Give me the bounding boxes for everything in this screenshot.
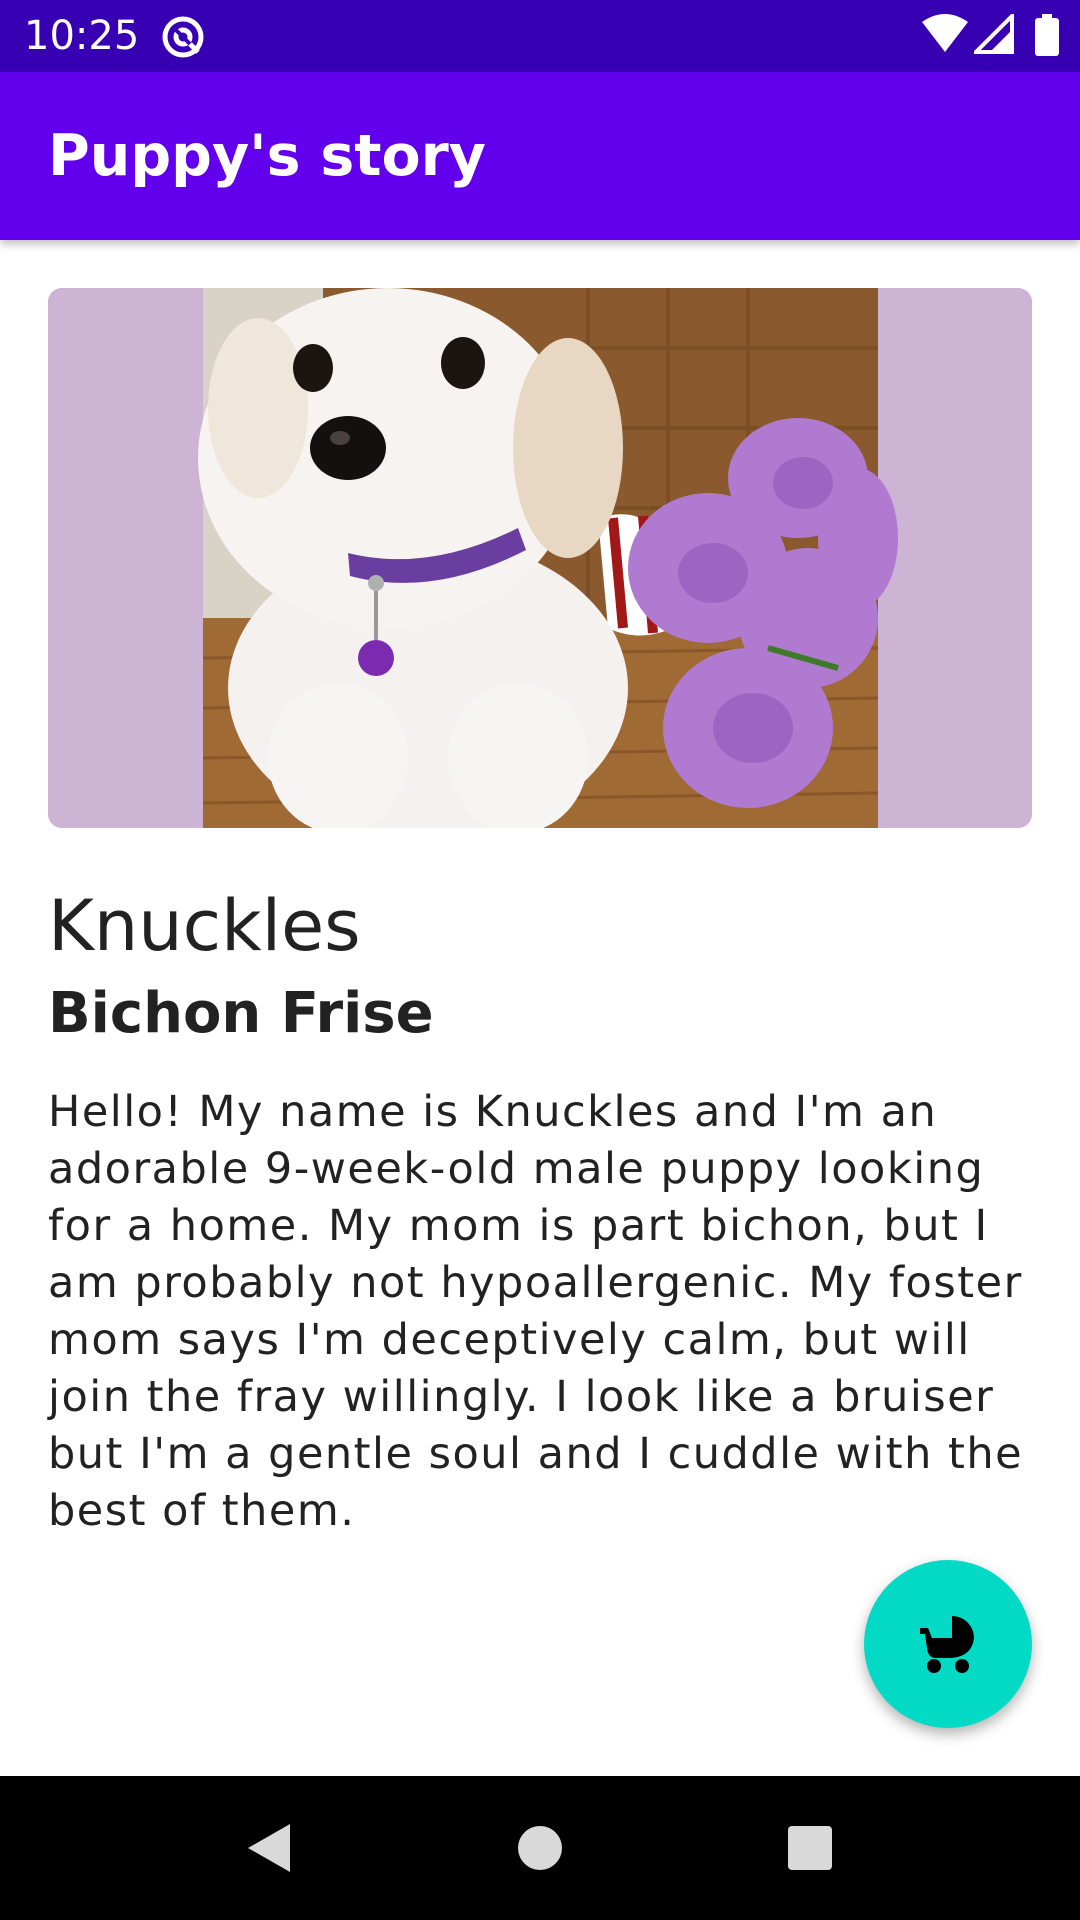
screen: 10:25 Puppy's story Knuckles Bichon Fris…	[0, 0, 1080, 1920]
nav-back-button[interactable]	[196, 1776, 340, 1920]
signal-icon	[974, 14, 1014, 54]
puppy-photo	[48, 288, 1032, 828]
navigation-bar	[0, 1776, 1080, 1920]
status-time: 10:25	[24, 13, 140, 59]
recents-square-icon	[788, 1826, 832, 1870]
pet-breed: Bichon Frise	[48, 981, 434, 1046]
battery-icon	[1035, 14, 1059, 56]
status-icons	[922, 14, 1062, 60]
pet-story: Hello! My name is Knuckles and I'm an ad…	[48, 1087, 1024, 1536]
at-sign-icon	[162, 16, 204, 58]
home-circle-icon	[518, 1826, 562, 1870]
back-triangle-icon	[248, 1824, 290, 1872]
app-bar: Puppy's story	[0, 72, 1080, 240]
adopt-fab-button[interactable]	[864, 1560, 1032, 1728]
page-title: Puppy's story	[48, 123, 486, 189]
wifi-icon	[922, 14, 968, 52]
pet-name: Knuckles	[48, 885, 361, 967]
nav-home-button[interactable]	[468, 1776, 612, 1920]
status-bar: 10:25	[0, 0, 1080, 72]
nav-recents-button[interactable]	[738, 1776, 882, 1920]
stroller-icon	[920, 1616, 974, 1673]
